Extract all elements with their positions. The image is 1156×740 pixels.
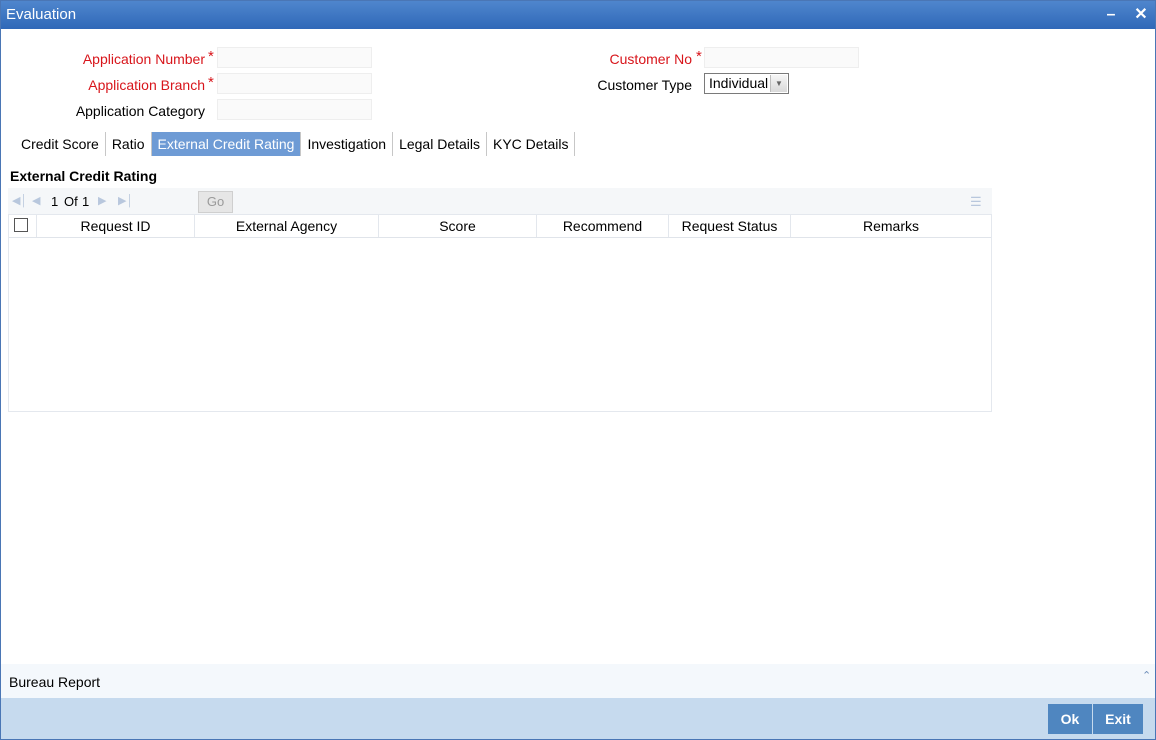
column-settings-icon[interactable]: ☰ (970, 194, 982, 210)
chevron-up-icon[interactable]: ⌃ (1142, 669, 1151, 682)
page-of-label: Of (64, 194, 78, 209)
current-page: 1 (51, 194, 59, 209)
application-category-input[interactable] (217, 99, 372, 120)
exit-button[interactable]: Exit (1093, 704, 1143, 734)
tab-investigation[interactable]: Investigation (301, 132, 394, 156)
column-header[interactable]: External Agency (195, 215, 379, 237)
tab-ratio[interactable]: Ratio (106, 132, 152, 156)
next-page-icon[interactable]: ▶ (98, 194, 106, 207)
section-title: External Credit Rating (10, 168, 158, 184)
column-header[interactable]: Remarks (791, 215, 991, 237)
first-page-icon[interactable]: ◀│ (12, 194, 27, 207)
tab-strip: Credit Score Ratio External Credit Ratin… (15, 132, 576, 156)
column-header[interactable]: Score (379, 215, 537, 237)
window-title: Evaluation (6, 6, 77, 23)
last-page-icon[interactable]: ▶│ (118, 194, 133, 207)
minimize-icon[interactable]: – (1101, 5, 1121, 25)
tab-external-credit-rating[interactable]: External Credit Rating (151, 132, 302, 156)
external-credit-rating-grid: Request ID External Agency Score Recomme… (8, 214, 992, 412)
customer-type-select[interactable]: Individual ▼ (704, 73, 789, 94)
page-number-input[interactable] (149, 192, 193, 215)
bottom-button-bar: Ok Exit (1, 698, 1155, 739)
column-header[interactable]: Request ID (37, 215, 195, 237)
tab-credit-score[interactable]: Credit Score (15, 132, 106, 156)
previous-page-icon[interactable]: ◀ (32, 194, 40, 207)
close-icon[interactable]: ✕ (1131, 5, 1151, 25)
ok-button[interactable]: Ok (1048, 704, 1092, 734)
select-all-cell (9, 215, 37, 237)
application-branch-input[interactable] (217, 73, 372, 94)
column-header[interactable]: Recommend (537, 215, 669, 237)
bureau-report-link[interactable]: Bureau Report (9, 674, 100, 690)
footer-band: Bureau Report ⌃ (1, 664, 1155, 698)
tab-legal-details[interactable]: Legal Details (393, 132, 487, 156)
grid-pager: ◀│ ◀ 1 Of 1 ▶ ▶│ Go ☰ (8, 188, 992, 215)
required-star: * (208, 74, 214, 91)
grid-header: Request ID External Agency Score Recomme… (9, 215, 991, 238)
application-branch-label: Application Branch (88, 77, 205, 93)
application-number-label: Application Number (82, 51, 205, 67)
application-category-label: Application Category (75, 103, 205, 119)
total-pages: 1 (82, 194, 90, 209)
customer-no-input[interactable] (704, 47, 859, 68)
customer-no-label: Customer No (609, 51, 692, 67)
application-number-input[interactable] (217, 47, 372, 68)
go-button[interactable]: Go (198, 191, 233, 213)
title-bar: Evaluation – ✕ (1, 1, 1155, 29)
required-star: * (208, 48, 214, 65)
chevron-down-icon[interactable]: ▼ (770, 75, 787, 92)
select-all-checkbox[interactable] (14, 218, 28, 232)
evaluation-window: Evaluation – ✕ Application Number * Appl… (0, 0, 1156, 740)
tab-kyc-details[interactable]: KYC Details (487, 132, 576, 156)
column-header[interactable]: Request Status (669, 215, 791, 237)
customer-type-value: Individual (709, 75, 769, 91)
required-star: * (696, 48, 702, 65)
customer-type-label: Customer Type (597, 77, 692, 93)
